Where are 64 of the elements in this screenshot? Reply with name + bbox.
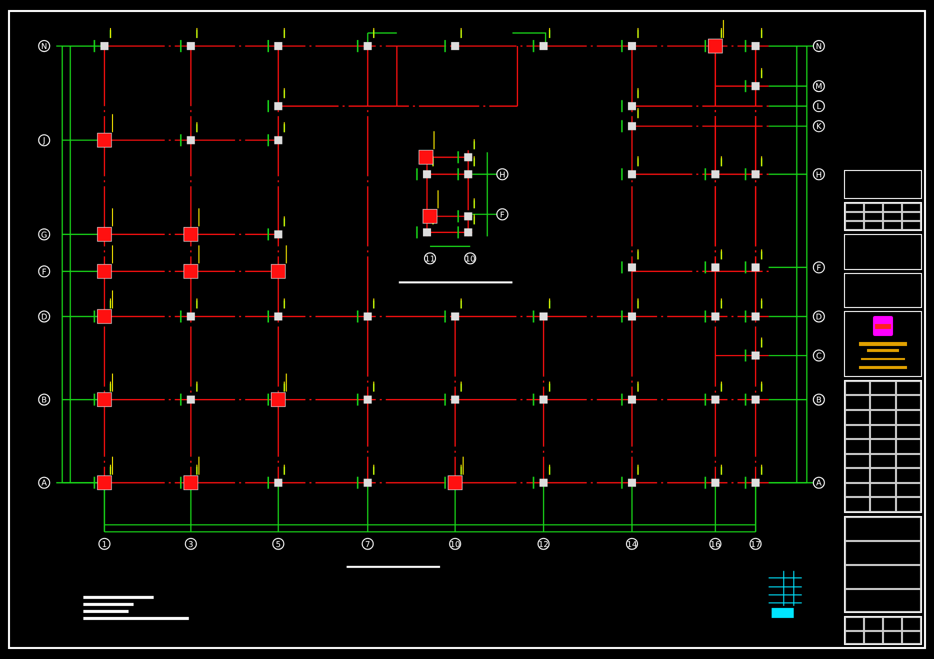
column-mark: [621, 28, 639, 53]
column-mark: [532, 28, 550, 53]
column-mark: [416, 156, 434, 182]
column-section: [418, 131, 435, 165]
column-mark: [267, 298, 286, 324]
column-mark: [532, 298, 550, 324]
column-section: [97, 208, 113, 242]
column-section: [184, 245, 200, 279]
column-mark: [621, 298, 639, 324]
column-mark: [744, 298, 762, 324]
column-mark: [180, 298, 198, 324]
column-mark: [532, 464, 550, 490]
column-mark: [621, 108, 639, 133]
column-mark: [457, 139, 475, 164]
column-mark: [457, 214, 475, 240]
column-section: [422, 190, 439, 224]
column-mark: [621, 249, 639, 274]
column-mark: [744, 249, 762, 274]
column-section: [97, 245, 113, 279]
column-mark: [356, 298, 374, 324]
column-mark: [704, 382, 722, 406]
column-mark: [356, 382, 374, 406]
level-table-drawing: [768, 570, 802, 618]
column-mark: [621, 156, 639, 182]
column-mark: [444, 298, 462, 324]
column-mark: [356, 28, 374, 53]
column-section: [97, 290, 113, 324]
column-section: [708, 20, 724, 54]
column-mark: [457, 156, 475, 182]
column-mark: [180, 122, 198, 147]
column-mark: [444, 28, 462, 53]
column-mark: [180, 28, 198, 53]
column-mark: [180, 382, 198, 406]
column-section: [270, 245, 287, 279]
column-section: [184, 456, 200, 490]
column-mark: [621, 382, 639, 406]
column-mark: [621, 464, 639, 490]
column-mark: [744, 464, 762, 490]
column-mark: [267, 88, 286, 113]
column-mark: [356, 464, 374, 490]
column-section: [97, 114, 113, 148]
column-section: [97, 374, 113, 407]
column-mark: [744, 382, 762, 406]
column-mark: [704, 156, 722, 182]
column-section: [184, 208, 200, 242]
column-mark: [744, 156, 762, 182]
column-section: [97, 456, 113, 490]
column-mark: [267, 28, 286, 53]
column-section: [270, 374, 287, 407]
column-mark: [267, 464, 286, 490]
column-mark: [444, 382, 462, 406]
column-mark: [704, 298, 722, 324]
column-mark: [267, 216, 286, 242]
column-mark: [744, 68, 762, 93]
column-mark: [704, 249, 722, 274]
column-mark: [457, 198, 475, 224]
column-mark: [744, 28, 762, 53]
column-section: [448, 456, 464, 490]
column-mark: [621, 88, 639, 113]
column-mark: [532, 382, 550, 406]
column-mark: [704, 464, 722, 490]
column-mark: [744, 338, 762, 362]
column-mark: [94, 28, 112, 53]
column-mark: [267, 122, 286, 147]
